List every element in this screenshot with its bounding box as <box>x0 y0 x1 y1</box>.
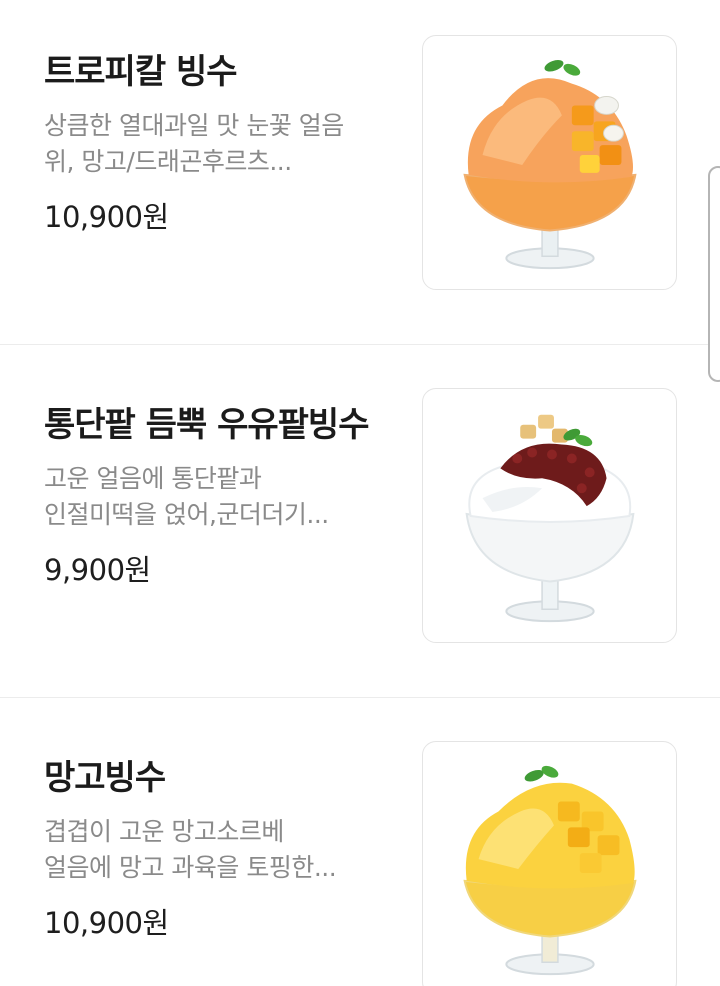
item-name: 망고빙수 <box>44 758 166 798</box>
menu-item-red-bean-bingsu[interactable]: 통단팥 듬뿍 우유팥빙수 고운 얼음에 통단팥과 인절미떡을 얹어,군더더기..… <box>0 353 720 705</box>
item-description: 상큼한 열대과일 맛 눈꽃 얼음 위, 망고/드래곤후르츠... <box>44 108 404 180</box>
menu-item-mango-bingsu[interactable]: 망고빙수 겹겹이 고운 망고소르베 얼음에 망고 과육을 토핑한... 10,9… <box>0 706 720 986</box>
item-name: 트로피칼 빙수 <box>44 52 238 92</box>
item-price: 10,900원 <box>44 200 169 234</box>
scrollbar-handle[interactable] <box>708 166 720 382</box>
item-description-line: 고운 얼음에 통단팥과 <box>44 464 262 493</box>
red-bean-bingsu-image <box>465 414 635 623</box>
item-description-line: 위, 망고/드래곤후르츠... <box>44 147 292 176</box>
mango-bingsu-image <box>463 765 637 976</box>
item-description-line: 인절미떡을 얹어,군더더기... <box>44 500 329 529</box>
item-description-line: 상큼한 열대과일 맛 눈꽃 얼음 <box>44 111 344 140</box>
item-description: 고운 얼음에 통단팥과 인절미떡을 얹어,군더더기... <box>44 461 404 533</box>
item-description-line: 겹겹이 고운 망고소르베 <box>44 817 284 846</box>
item-description-line: 얼음에 망고 과육을 토핑한... <box>44 853 337 882</box>
menu-item-tropical-bingsu[interactable]: 트로피칼 빙수 상큼한 열대과일 맛 눈꽃 얼음 위, 망고/드래곤후르츠...… <box>0 0 720 352</box>
item-thumbnail[interactable] <box>422 741 677 986</box>
tropical-bingsu-image <box>463 59 637 270</box>
item-divider <box>0 344 720 345</box>
item-price: 10,900원 <box>44 906 169 940</box>
item-price: 9,900원 <box>44 553 151 587</box>
item-divider <box>0 697 720 698</box>
item-thumbnail[interactable] <box>422 35 677 290</box>
item-name: 통단팥 듬뿍 우유팥빙수 <box>44 405 369 445</box>
item-description: 겹겹이 고운 망고소르베 얼음에 망고 과육을 토핑한... <box>44 814 404 886</box>
item-thumbnail[interactable] <box>422 388 677 643</box>
